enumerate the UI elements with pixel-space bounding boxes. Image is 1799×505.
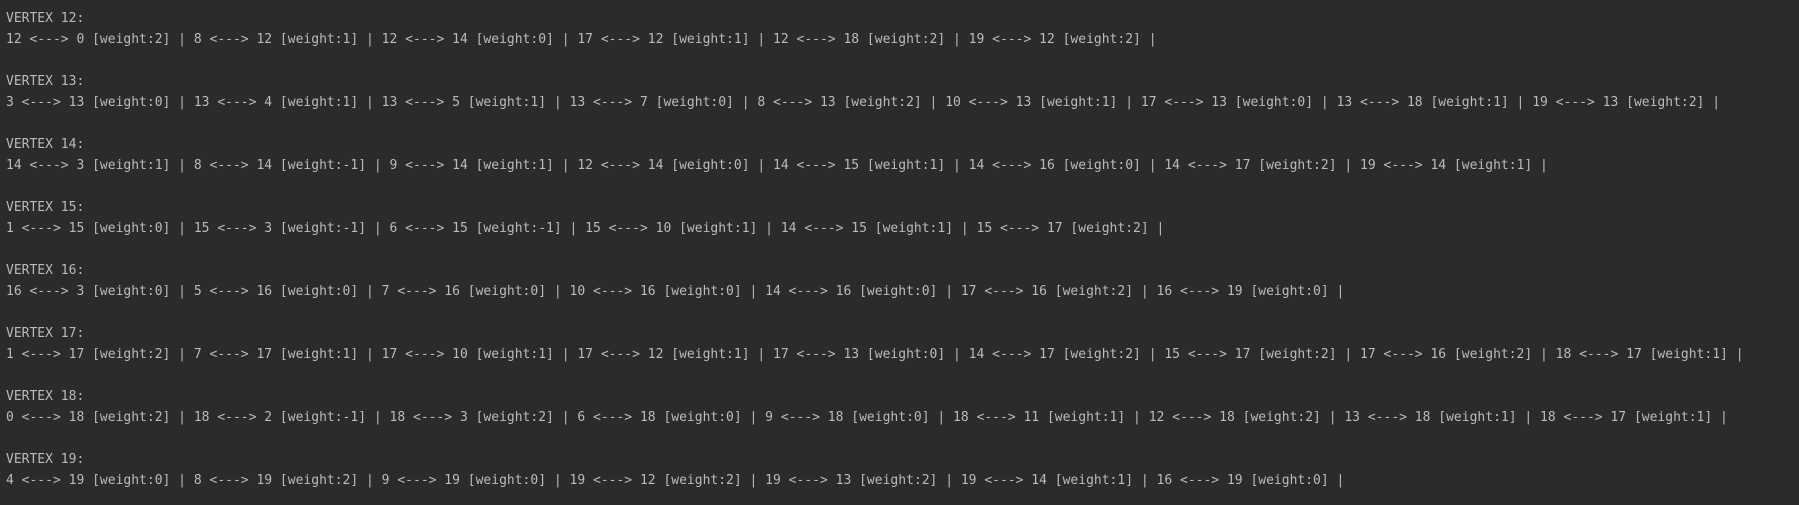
vertex-edges: 4 <---> 19 [weight:0] | 8 <---> 19 [weig… bbox=[6, 473, 1345, 488]
vertex-header: VERTEX 15: bbox=[6, 200, 85, 215]
vertex-edges: 1 <---> 17 [weight:2] | 7 <---> 17 [weig… bbox=[6, 347, 1744, 362]
vertex-header: VERTEX 18: bbox=[6, 389, 85, 404]
vertex-block: VERTEX 13: 3 <---> 13 [weight:0] | 13 <-… bbox=[6, 71, 1799, 134]
vertex-edges: 14 <---> 3 [weight:1] | 8 <---> 14 [weig… bbox=[6, 158, 1548, 173]
vertex-block: VERTEX 12: 12 <---> 0 [weight:2] | 8 <--… bbox=[6, 8, 1799, 71]
console-output: VERTEX 12: 12 <---> 0 [weight:2] | 8 <--… bbox=[0, 0, 1799, 505]
vertex-edges: 1 <---> 15 [weight:0] | 15 <---> 3 [weig… bbox=[6, 221, 1165, 236]
vertex-block: VERTEX 18: 0 <---> 18 [weight:2] | 18 <-… bbox=[6, 386, 1799, 449]
vertex-block: VERTEX 17: 1 <---> 17 [weight:2] | 7 <--… bbox=[6, 323, 1799, 386]
vertex-header: VERTEX 12: bbox=[6, 11, 85, 26]
vertex-block: VERTEX 14: 14 <---> 3 [weight:1] | 8 <--… bbox=[6, 134, 1799, 197]
vertex-header: VERTEX 16: bbox=[6, 263, 85, 278]
vertex-block: VERTEX 15: 1 <---> 15 [weight:0] | 15 <-… bbox=[6, 197, 1799, 260]
vertex-header: VERTEX 13: bbox=[6, 74, 85, 89]
vertex-header: VERTEX 17: bbox=[6, 326, 85, 341]
vertex-block: VERTEX 19: 4 <---> 19 [weight:0] | 8 <--… bbox=[6, 449, 1799, 505]
vertex-edges: 12 <---> 0 [weight:2] | 8 <---> 12 [weig… bbox=[6, 32, 1157, 47]
vertex-header: VERTEX 19: bbox=[6, 452, 85, 467]
vertex-edges: 3 <---> 13 [weight:0] | 13 <---> 4 [weig… bbox=[6, 95, 1721, 110]
vertex-edges: 0 <---> 18 [weight:2] | 18 <---> 2 [weig… bbox=[6, 410, 1728, 425]
vertex-header: VERTEX 14: bbox=[6, 137, 85, 152]
vertex-block: VERTEX 16: 16 <---> 3 [weight:0] | 5 <--… bbox=[6, 260, 1799, 323]
vertex-edges: 16 <---> 3 [weight:0] | 5 <---> 16 [weig… bbox=[6, 284, 1345, 299]
